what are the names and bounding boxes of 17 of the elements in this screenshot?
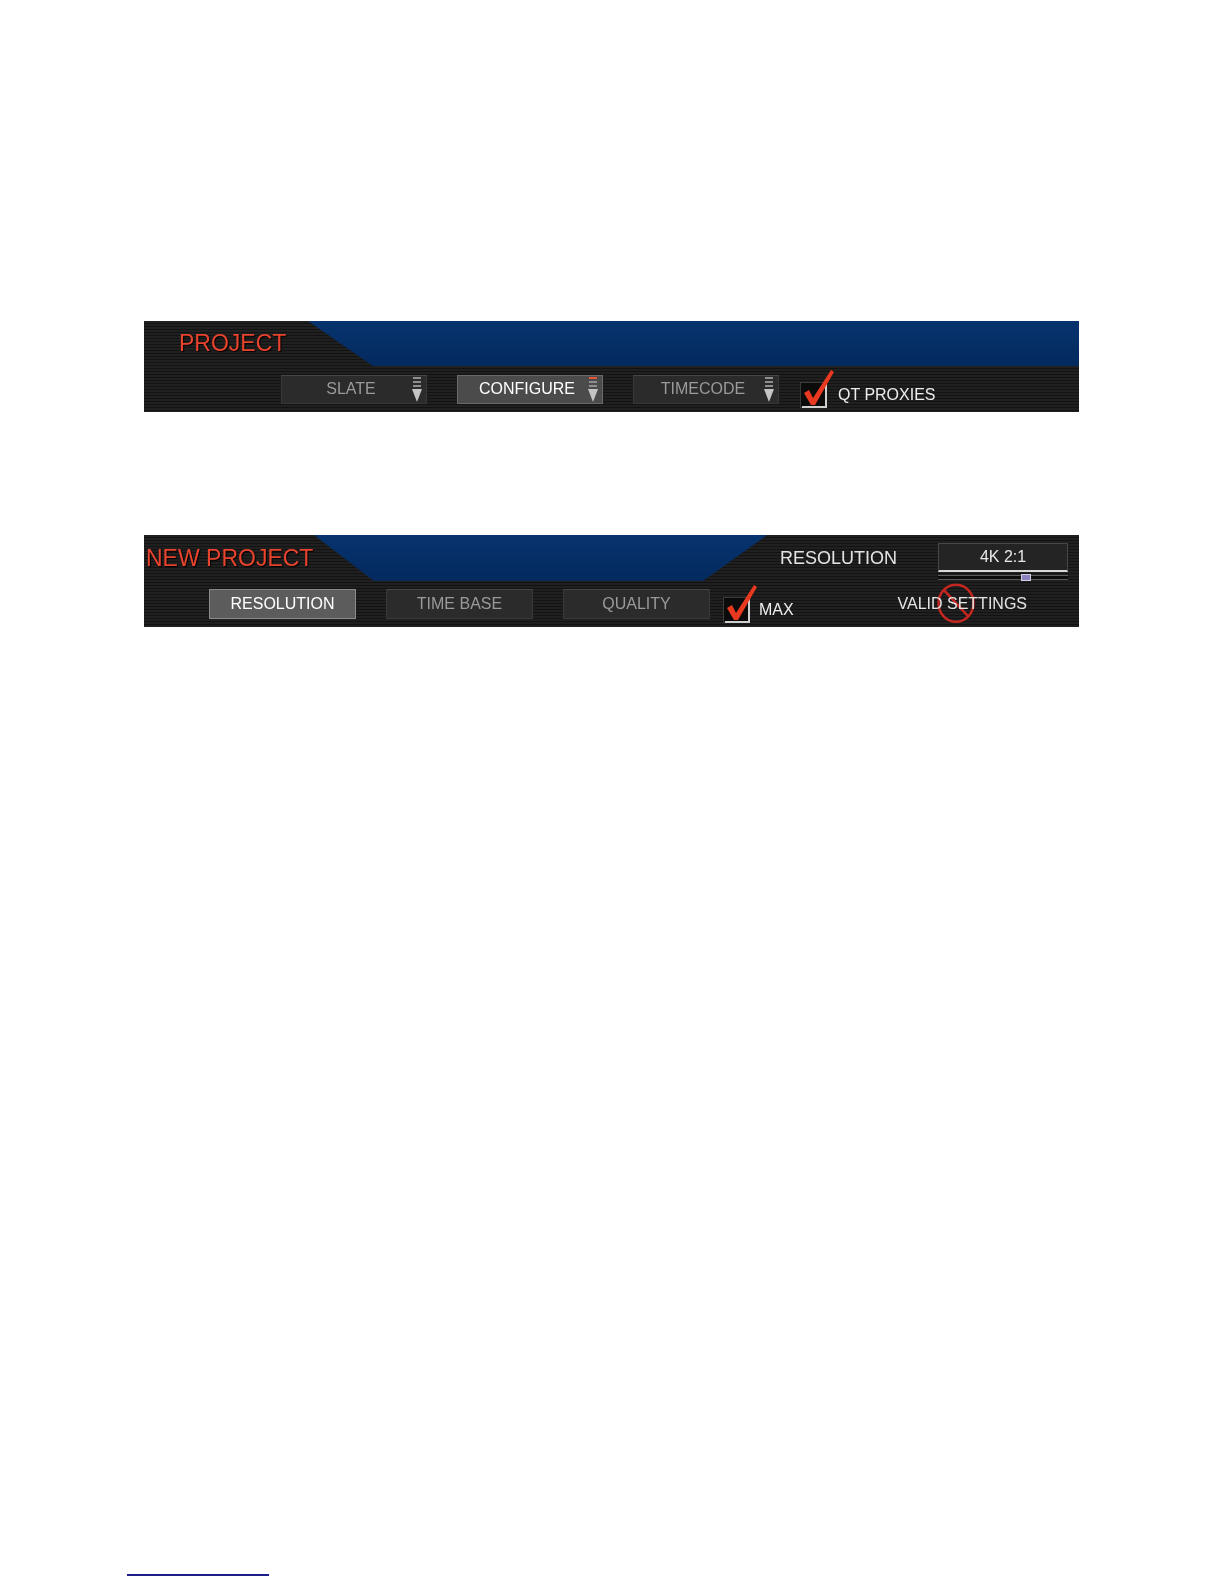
tab[interactable]: TIME BASE (386, 589, 533, 619)
panel-title: PROJECT (179, 330, 287, 357)
menu-button[interactable]: TIMECODE (633, 374, 779, 404)
setting-label: RESOLUTION (780, 548, 898, 569)
panel-title: NEW PROJECT (146, 544, 314, 572)
menu-button[interactable]: CONFIGURE (457, 374, 603, 404)
dropdown-caret-icon (764, 376, 774, 402)
slider-track[interactable] (938, 574, 1069, 581)
dropdown-caret-icon (412, 376, 422, 402)
dropdown-caret-icon (588, 376, 598, 402)
tab[interactable]: QUALITY (563, 589, 710, 619)
tab[interactable]: RESOLUTION (209, 589, 356, 619)
menu-button[interactable]: SLATE (281, 374, 427, 404)
slider-thumb[interactable] (1021, 574, 1032, 581)
checkbox[interactable]: QT PROXIES (800, 370, 936, 408)
checkbox[interactable]: MAX (723, 585, 794, 623)
value-field[interactable]: 4K 2:1 (938, 543, 1069, 572)
